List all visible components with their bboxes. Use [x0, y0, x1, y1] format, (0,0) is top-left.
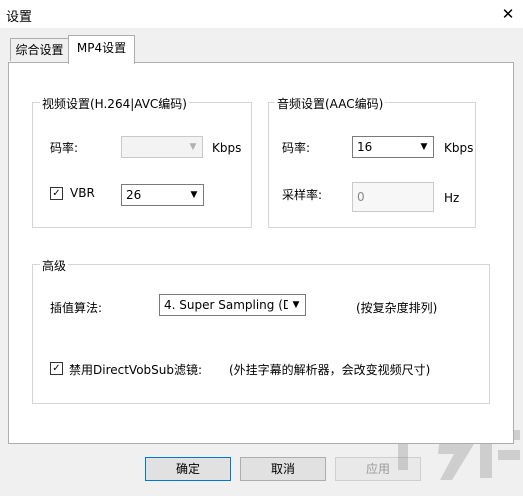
- ok-button[interactable]: 确定: [145, 457, 231, 481]
- interp-label: 插值算法:: [50, 301, 103, 315]
- interp-hint: (按复杂度排列): [356, 301, 438, 315]
- window-title: 设置: [6, 10, 33, 25]
- vbr-label: VBR: [70, 186, 95, 200]
- audio-bitrate-select[interactable]: 16 ▼: [352, 136, 434, 158]
- vbr-quality-select[interactable]: 26 ▼: [121, 184, 204, 206]
- advanced-group-label: 高级: [40, 257, 69, 274]
- dvs-label: 禁用DirectVobSub滤镜:: [69, 363, 203, 377]
- tab-general[interactable]: 综合设置: [10, 38, 69, 61]
- interp-value: 4. Super Sampling (De: [164, 298, 290, 312]
- dvs-hint: (外挂字幕的解析器，会改变视频尺寸): [229, 363, 431, 377]
- chevron-down-icon: ▼: [186, 186, 202, 204]
- title-bar: [0, 0, 523, 28]
- chevron-down-icon: ▼: [416, 138, 432, 156]
- video-bitrate-unit: Kbps: [212, 141, 242, 155]
- interp-select[interactable]: 4. Super Sampling (De ▼: [159, 294, 306, 316]
- samplerate-unit: Hz: [444, 191, 460, 205]
- vbr-checkbox[interactable]: ✓: [50, 187, 63, 200]
- audio-bitrate-value: 16: [357, 140, 373, 154]
- samplerate-field[interactable]: 0: [352, 182, 434, 212]
- dvs-checkbox[interactable]: ✓: [50, 362, 63, 375]
- video-settings-group: [32, 102, 252, 228]
- cancel-button[interactable]: 取消: [240, 457, 326, 481]
- video-bitrate-label: 码率:: [50, 141, 79, 155]
- chevron-down-icon: ▼: [185, 138, 201, 156]
- chevron-down-icon: ▼: [288, 296, 304, 314]
- audio-group-label: 音频设置(AAC编码): [275, 95, 386, 112]
- advanced-settings-group: [32, 264, 490, 404]
- tab-mp4[interactable]: MP4设置: [68, 35, 135, 64]
- close-icon[interactable]: ✕: [496, 3, 520, 25]
- vbr-quality-value: 26: [126, 188, 142, 202]
- video-group-label: 视频设置(H.264|AVC编码): [40, 95, 189, 112]
- audio-bitrate-unit: Kbps: [444, 141, 474, 155]
- samplerate-value: 0: [357, 190, 365, 204]
- video-bitrate-select[interactable]: ▼: [121, 136, 203, 158]
- audio-bitrate-label: 码率:: [282, 141, 311, 155]
- samplerate-label: 采样率:: [282, 188, 323, 202]
